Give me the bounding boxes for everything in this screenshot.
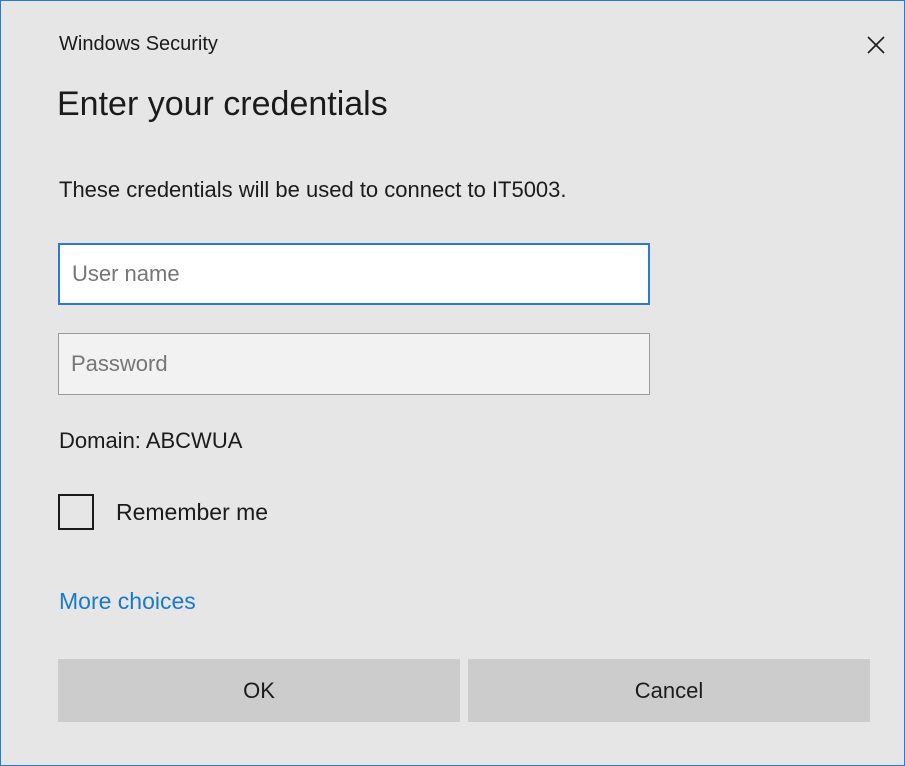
dialog-description: These credentials will be used to connec… xyxy=(59,177,567,202)
cancel-button[interactable]: Cancel xyxy=(468,659,870,722)
remember-me-label: Remember me xyxy=(116,498,269,525)
username-input[interactable] xyxy=(58,243,650,305)
domain-label: Domain: ABCWUA xyxy=(59,428,243,453)
credentials-dialog: Windows Security Enter your credentials … xyxy=(0,0,905,766)
remember-me-option[interactable]: Remember me xyxy=(58,494,268,530)
more-choices-link[interactable]: More choices xyxy=(59,588,196,615)
remember-me-checkbox[interactable] xyxy=(58,494,94,530)
password-input[interactable] xyxy=(58,333,650,395)
window-title: Windows Security xyxy=(59,33,218,55)
close-button[interactable] xyxy=(856,25,896,65)
ok-button[interactable]: OK xyxy=(58,659,460,722)
dialog-heading: Enter your credentials xyxy=(57,85,388,123)
close-icon xyxy=(867,36,885,54)
